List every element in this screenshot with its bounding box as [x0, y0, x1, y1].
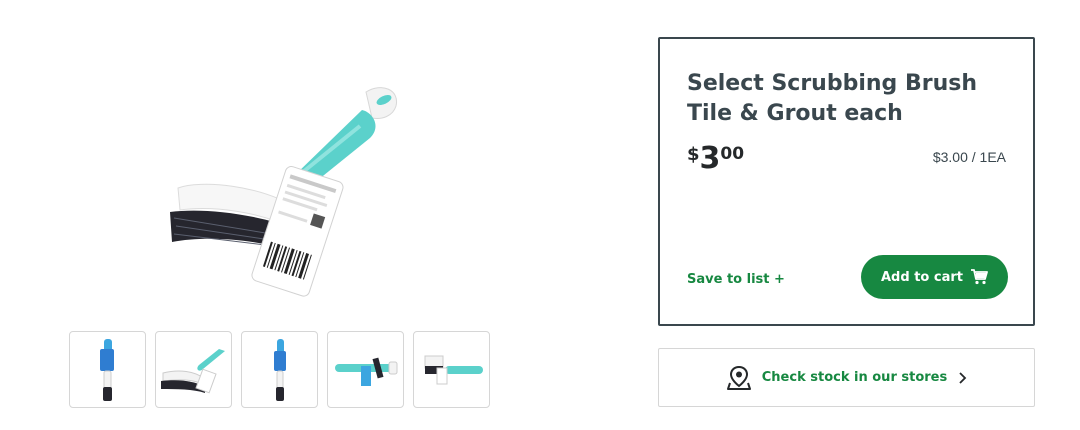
chevron-right-icon	[959, 371, 967, 384]
check-stock-button[interactable]: Check stock in our stores	[658, 348, 1035, 407]
brush-front-thumbnail	[99, 338, 114, 401]
product-main-image	[150, 60, 410, 310]
thumbnail-4[interactable]	[327, 331, 404, 408]
price-cents: 00	[720, 144, 745, 164]
scrub-brush-image	[170, 87, 398, 297]
save-to-list-link[interactable]: Save to list +	[687, 272, 785, 287]
thumbnail-1[interactable]	[69, 331, 146, 408]
brush-angle-thumbnail	[160, 348, 225, 393]
price-currency-symbol: $	[687, 144, 700, 165]
brush-side-thumbnail	[273, 338, 286, 401]
thumbnail-5[interactable]	[413, 331, 490, 408]
product-info-panel: Select Scrubbing Brush Tile & Grout each…	[658, 37, 1035, 326]
add-to-cart-button[interactable]: Add to cart	[861, 255, 1008, 299]
product-title: Select Scrubbing Brush Tile & Grout each	[687, 71, 977, 126]
brush-top-thumbnail	[334, 357, 397, 386]
map-pin-icon	[726, 365, 751, 390]
add-to-cart-label: Add to cart	[881, 269, 963, 285]
shopping-cart-icon	[970, 269, 988, 285]
thumbnail-3[interactable]	[241, 331, 318, 408]
thumbnail-gallery	[69, 331, 490, 408]
price-whole: 3	[699, 141, 721, 176]
thumbnail-2[interactable]	[155, 331, 232, 408]
unit-price: $3.00 / 1EA	[932, 149, 1006, 165]
brush-back-thumbnail	[424, 355, 483, 384]
check-stock-label: Check stock in our stores	[761, 370, 948, 385]
price-row: $ 3 00 $3.00 / 1EA	[687, 141, 1006, 181]
